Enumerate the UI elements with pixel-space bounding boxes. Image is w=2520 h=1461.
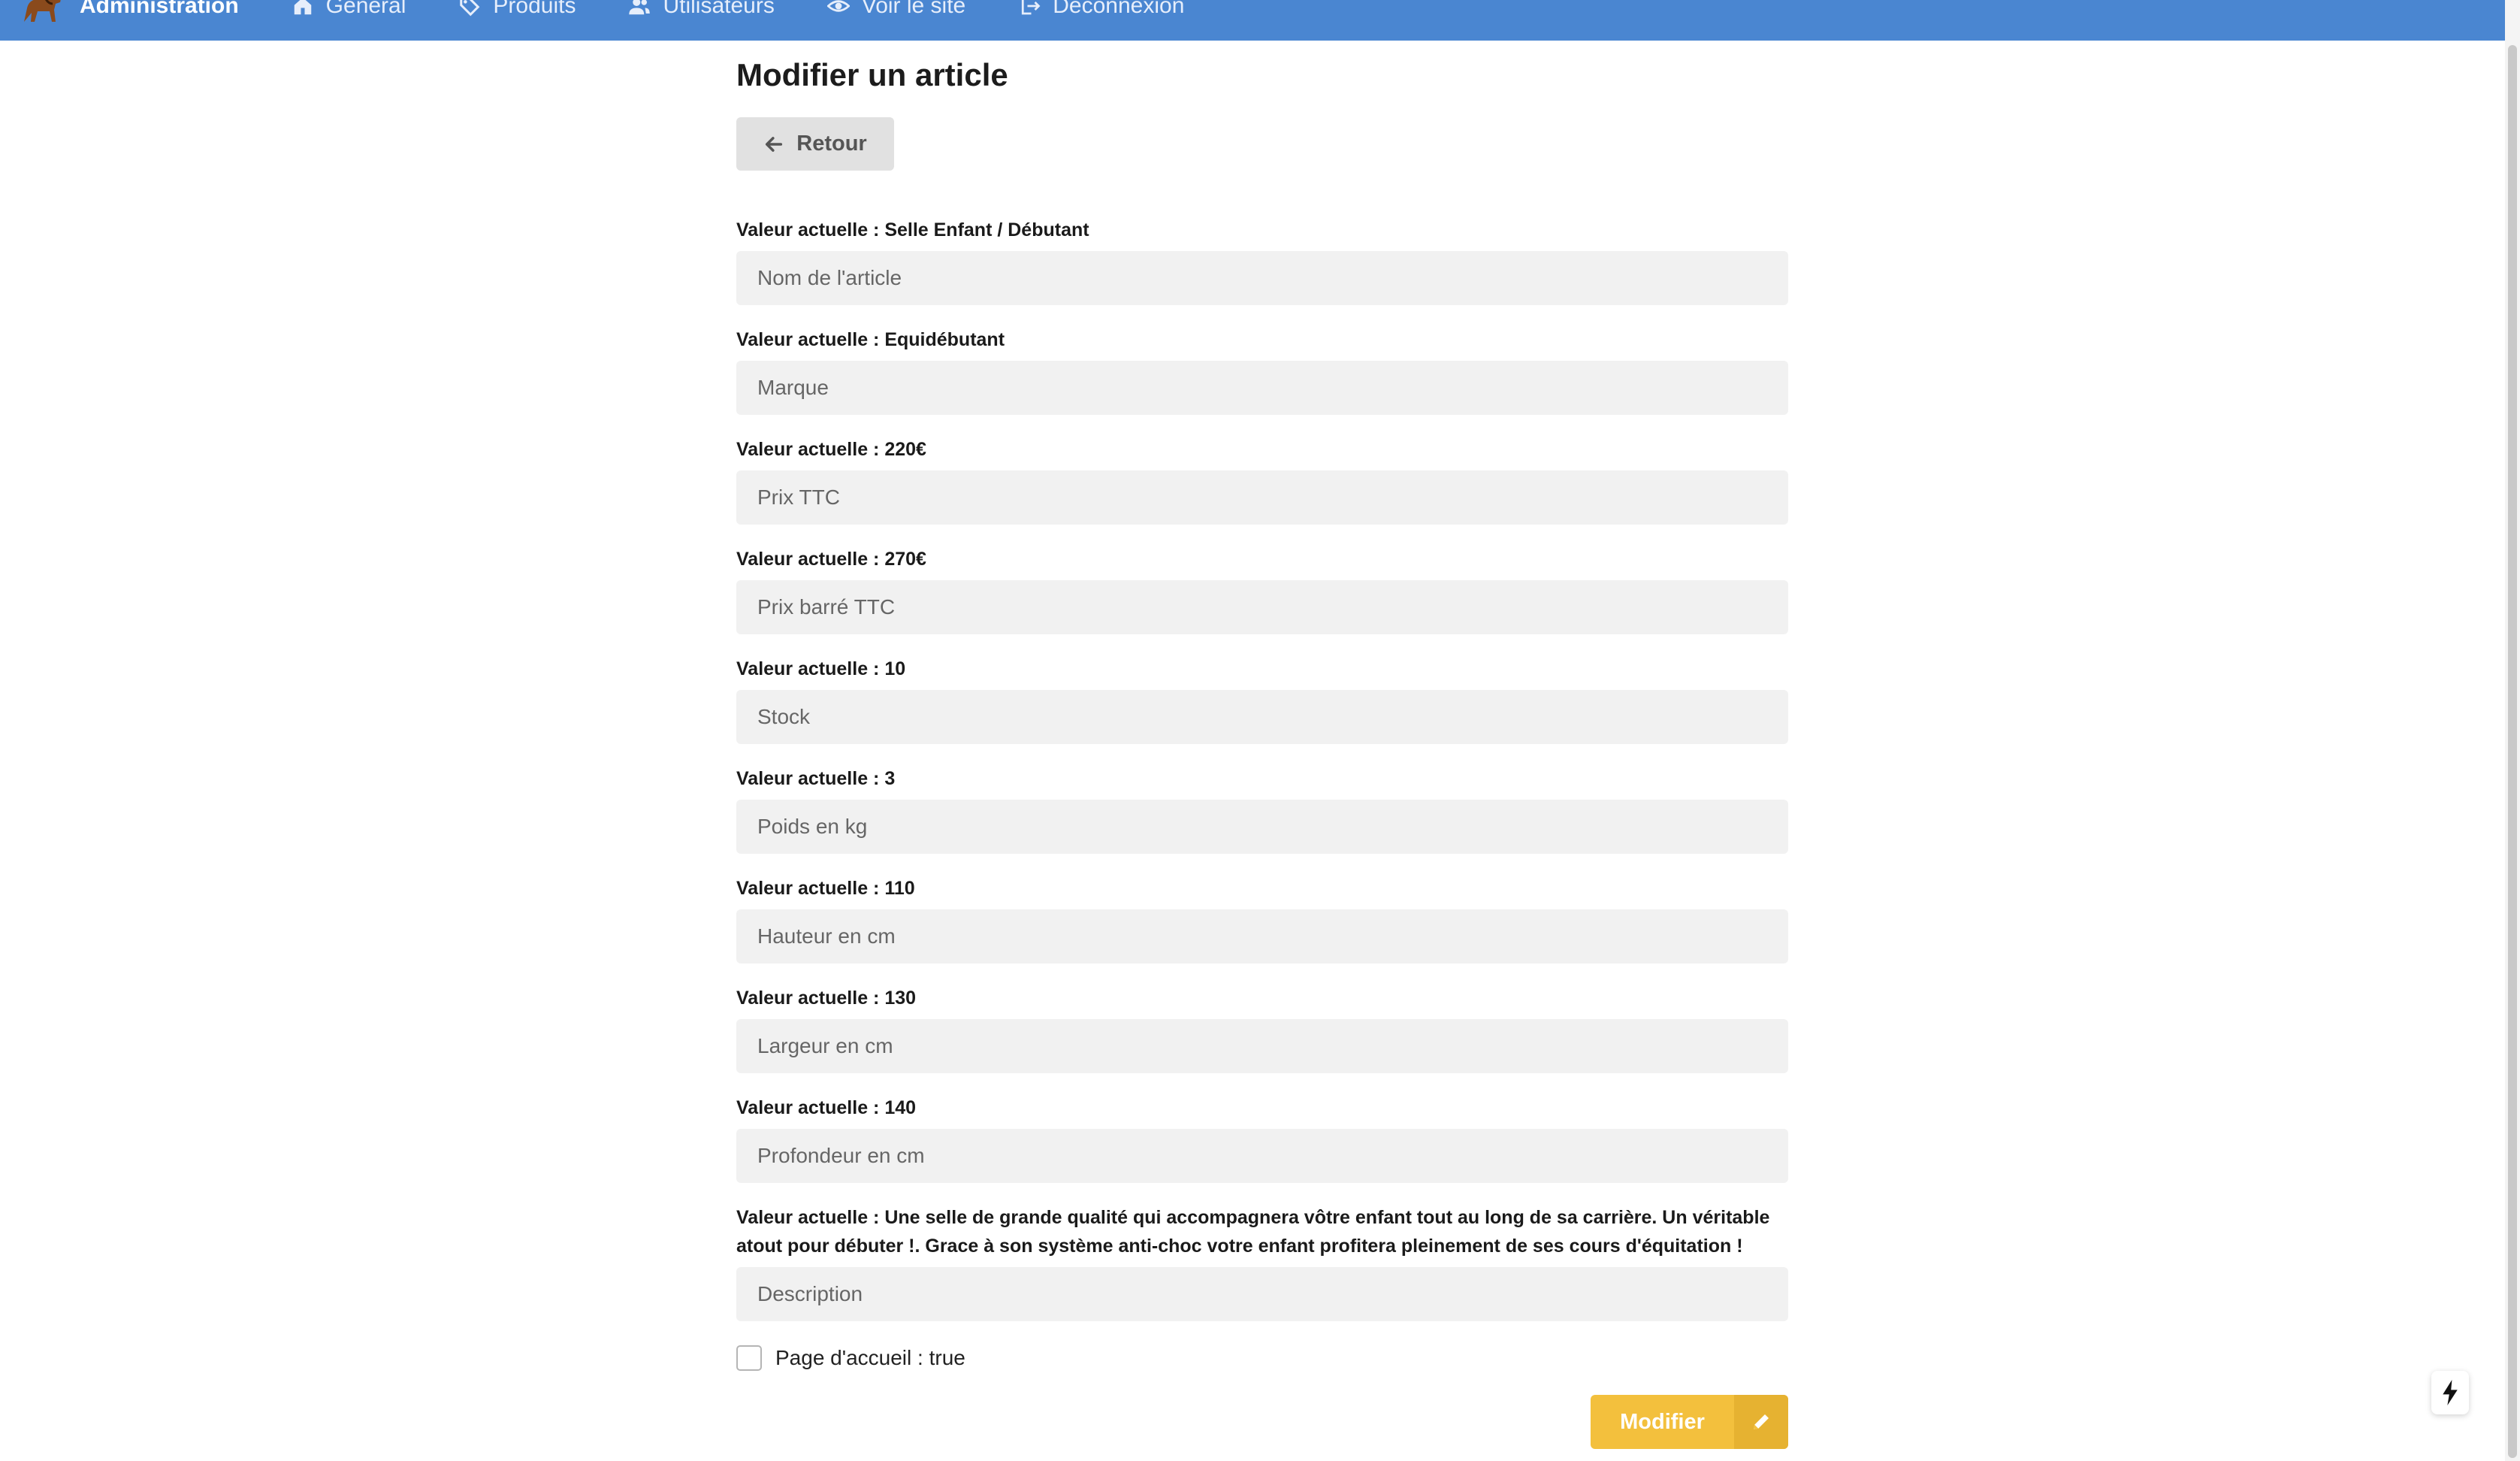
page-scrollbar[interactable] — [2505, 0, 2520, 1461]
lightning-bolt-icon — [2443, 1380, 2458, 1405]
current-value-name: Valeur actuelle : Selle Enfant / Débutan… — [736, 219, 1089, 240]
weight-input[interactable] — [736, 800, 1788, 854]
crossed-price-input[interactable] — [736, 580, 1788, 634]
navbar-items: Administration Général Produits Utilisat… — [20, 0, 1184, 29]
nav-item-label: Utilisateurs — [663, 0, 775, 18]
current-value-description: Valeur actuelle : Une selle de grande qu… — [736, 1207, 1770, 1257]
nav-item-produits[interactable]: Produits — [458, 0, 576, 19]
scrollbar-thumb[interactable] — [2508, 45, 2517, 1458]
brand-label: Administration — [80, 0, 239, 18]
back-button[interactable]: Retour — [736, 117, 894, 171]
nav-item-label: Produits — [493, 0, 576, 18]
current-value-height: Valeur actuelle : 110 — [736, 878, 915, 899]
current-value-weight: Valeur actuelle : 3 — [736, 768, 896, 789]
depth-input[interactable] — [736, 1129, 1788, 1183]
nav-item-voir-site[interactable]: Voir le site — [826, 0, 966, 19]
stock-input[interactable] — [736, 690, 1788, 744]
nav-item-label: Général — [325, 0, 406, 18]
current-value-width: Valeur actuelle : 130 — [736, 988, 917, 1009]
nav-item-general[interactable]: Général — [292, 0, 406, 19]
modify-button[interactable]: Modifier — [1591, 1395, 1788, 1449]
home-icon — [292, 0, 314, 17]
homepage-checkbox-label: Page d'accueil : true — [775, 1346, 965, 1369]
homepage-checkbox-row[interactable]: Page d'accueil : true — [736, 1345, 965, 1371]
users-icon — [628, 0, 651, 17]
logout-icon — [1018, 0, 1041, 17]
back-button-label: Retour — [796, 132, 867, 156]
arrow-left-icon — [766, 136, 783, 152]
eye-icon — [826, 0, 850, 17]
current-value-price: Valeur actuelle : 220€ — [736, 439, 926, 460]
width-input[interactable] — [736, 1019, 1788, 1073]
current-value-stock: Valeur actuelle : 10 — [736, 658, 906, 679]
modify-button-label: Modifier — [1620, 1409, 1705, 1434]
nav-item-label: Déconnexion — [1053, 0, 1185, 18]
brand-input[interactable] — [736, 361, 1788, 415]
current-value-brand: Valeur actuelle : Equidébutant — [736, 329, 1005, 350]
bolt-widget-button[interactable] — [2431, 1371, 2469, 1414]
current-value-depth: Valeur actuelle : 140 — [736, 1097, 917, 1118]
nav-item-deconnexion[interactable]: Déconnexion — [1018, 0, 1184, 19]
tag-icon — [458, 0, 481, 17]
horse-logo-icon — [24, 0, 61, 22]
page-title: Modifier un article — [736, 57, 1008, 92]
nav-item-utilisateurs[interactable]: Utilisateurs — [628, 0, 775, 19]
nav-item-label: Voir le site — [861, 0, 966, 18]
homepage-checkbox[interactable] — [736, 1345, 762, 1371]
height-input[interactable] — [736, 909, 1788, 963]
brand-link[interactable]: Administration — [20, 0, 239, 25]
description-input[interactable] — [736, 1267, 1788, 1321]
price-input[interactable] — [736, 470, 1788, 525]
current-value-crossed-price: Valeur actuelle : 270€ — [736, 549, 926, 570]
top-navbar: Administration Général Produits Utilisat… — [0, 0, 2505, 41]
article-name-input[interactable] — [736, 251, 1788, 305]
pencil-icon — [1734, 1395, 1788, 1449]
